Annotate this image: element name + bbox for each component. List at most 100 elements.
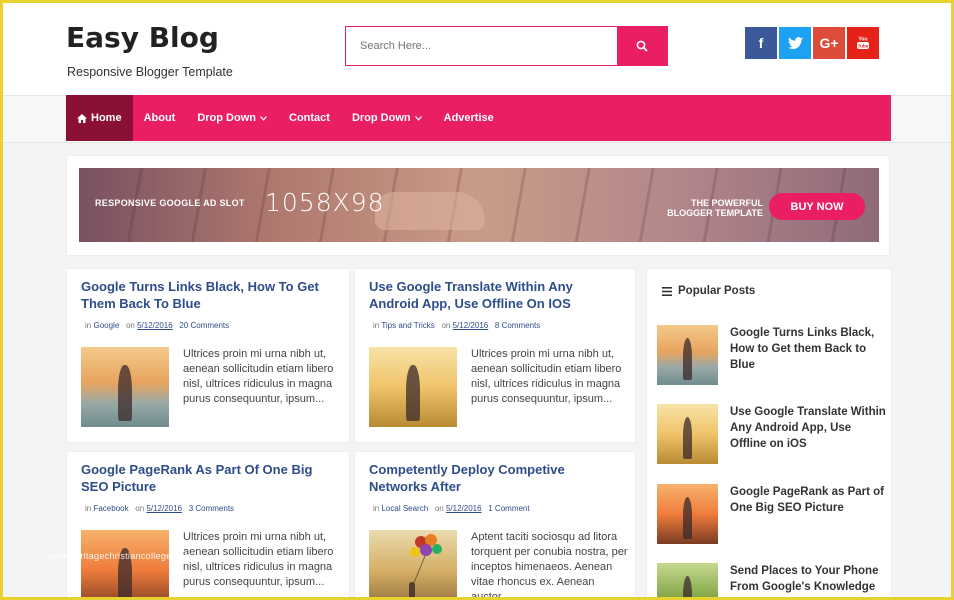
post-category[interactable]: Tips and Tricks (381, 321, 435, 330)
post-title[interactable]: Competently Deploy Competive Networks Af… (369, 462, 624, 495)
post-date: 5/12/2016 (445, 504, 482, 513)
search-box (345, 26, 668, 66)
buy-now-button[interactable]: BUY NOW (769, 193, 865, 220)
chevron-down-icon (260, 115, 267, 121)
meta-on: on (135, 504, 145, 513)
widget-heading-text: Popular Posts (678, 285, 756, 297)
figure-silhouette (682, 576, 693, 597)
popular-thumbnail[interactable] (657, 404, 718, 464)
watermark-text: www.heritagechristiancollege.com (47, 551, 193, 561)
nav-item-about[interactable]: About (133, 95, 187, 141)
page-frame: Easy Blog Responsive Blogger Template f (0, 0, 954, 600)
ad-size-text: 1058X98 (265, 188, 385, 217)
post-card: Google Turns Links Black, How To Get The… (66, 268, 350, 443)
post-category[interactable]: Facebook (93, 504, 128, 513)
site-logo[interactable]: Easy Blog (66, 21, 219, 54)
nav-label: About (143, 112, 176, 124)
youtube-button[interactable]: You Tube (847, 27, 879, 59)
ad-container: RESPONSIVE GOOGLE AD SLOT 1058X98 THE PO… (66, 155, 890, 256)
ad-slot-text: RESPONSIVE GOOGLE AD SLOT (95, 198, 245, 208)
search-icon (636, 40, 648, 52)
popular-post-title[interactable]: Use Google Translate Within Any Android … (730, 404, 890, 452)
popular-post-item[interactable]: Use Google Translate Within Any Android … (657, 404, 887, 466)
meta-on: on (125, 321, 135, 330)
site-tagline: Responsive Blogger Template (67, 65, 233, 79)
popular-post-item[interactable]: Google PageRank as Part of One Big SEO P… (657, 484, 887, 546)
nav-item-advertise[interactable]: Advertise (433, 95, 505, 141)
post-thumbnail[interactable] (369, 347, 457, 427)
ad-hand-image (375, 192, 485, 230)
post-comments[interactable]: 20 Comments (179, 321, 229, 330)
popular-post-title[interactable]: Google PageRank as Part of One Big SEO P… (730, 484, 890, 516)
nav-item-home[interactable]: Home (66, 95, 133, 141)
post-title[interactable]: Google Turns Links Black, How To Get The… (81, 279, 336, 312)
twitter-button[interactable] (779, 27, 811, 59)
facebook-button[interactable]: f (745, 27, 777, 59)
home-icon (77, 113, 87, 123)
post-excerpt: Aptent taciti sociosqu ad litora torquen… (471, 531, 628, 600)
post-comments[interactable]: 8 Comments (495, 321, 540, 330)
post-card: Competently Deploy Competive Networks Af… (354, 451, 636, 600)
popular-post-title[interactable]: Send Places to Your Phone From Google's … (730, 563, 890, 597)
post-meta: in Google on 5/12/2016 20 Comments (85, 321, 229, 330)
balloons-image (409, 534, 442, 597)
nav-item-dropdown-1[interactable]: Drop Down (186, 95, 278, 141)
popular-post-item[interactable]: Send Places to Your Phone From Google's … (657, 563, 890, 597)
search-input[interactable] (346, 27, 618, 65)
post-meta: in Facebook on 5/12/2016 3 Comments (85, 504, 234, 513)
figure-silhouette (117, 364, 133, 421)
chevron-down-icon (414, 115, 422, 121)
nav-item-contact[interactable]: Contact (278, 95, 341, 141)
ad-powerful-text: THE POWERFUL BLOGGER TEMPLATE (667, 198, 763, 218)
social-links: f G+ You Tube (745, 27, 879, 59)
post-title[interactable]: Use Google Translate Within Any Android … (369, 279, 624, 312)
popular-post-item[interactable]: Google Turns Links Black, How to Get the… (657, 325, 887, 387)
popular-thumbnail[interactable] (657, 484, 718, 544)
popular-thumbnail[interactable] (657, 325, 718, 385)
meta-on: on (441, 321, 451, 330)
post-date: 5/12/2016 (452, 321, 489, 330)
post-title[interactable]: Google PageRank As Part Of One Big SEO P… (81, 462, 336, 495)
svg-text:You: You (858, 37, 867, 43)
post-date: 5/12/2016 (137, 321, 173, 330)
nav-item-dropdown-2[interactable]: Drop Down (341, 95, 433, 141)
nav-label: Home (91, 112, 122, 124)
post-comments[interactable]: 1 Comment (488, 504, 529, 513)
meta-in: in (85, 504, 92, 513)
meta-in: in (373, 321, 380, 330)
post-category[interactable]: Local Search (381, 504, 428, 513)
meta-in: in (85, 321, 92, 330)
post-meta: in Tips and Tricks on 5/12/2016 8 Commen… (373, 321, 540, 330)
post-date: 5/12/2016 (146, 504, 183, 513)
facebook-icon: f (758, 35, 764, 51)
site-header: Easy Blog Responsive Blogger Template f (3, 3, 951, 95)
nav-label: Drop Down (197, 112, 256, 124)
popular-thumbnail[interactable] (657, 563, 718, 597)
figure-silhouette (682, 497, 693, 540)
ad-banner[interactable]: RESPONSIVE GOOGLE AD SLOT 1058X98 THE PO… (79, 168, 879, 242)
post-card: Google PageRank As Part Of One Big SEO P… (66, 451, 350, 597)
widget-heading: Popular Posts (662, 285, 755, 297)
post-comments[interactable]: 3 Comments (189, 504, 234, 513)
youtube-icon: You Tube (857, 37, 869, 49)
figure-silhouette (682, 338, 693, 381)
post-excerpt: Ultrices proin mi urna nibh ut, aenean s… (183, 531, 334, 588)
post-excerpt: Ultrices proin mi urna nibh ut, aenean s… (471, 348, 622, 405)
nav-label: Drop Down (351, 112, 411, 124)
main-nav: Home About Drop Down Contact Drop Down A… (66, 95, 891, 141)
post-card: Use Google Translate Within Any Android … (354, 268, 636, 443)
post-thumbnail[interactable] (81, 530, 169, 597)
post-thumbnail[interactable] (81, 347, 169, 427)
post-meta: in Local Search on 5/12/2016 1 Comment (373, 504, 530, 513)
twitter-icon (787, 37, 803, 49)
post-thumbnail[interactable] (369, 530, 457, 597)
figure-silhouette (682, 417, 693, 460)
nav-label: Advertise (443, 112, 494, 124)
popular-posts-widget: Popular Posts Google Turns Links Black, … (646, 268, 892, 597)
google-plus-button[interactable]: G+ (813, 27, 845, 59)
popular-post-title[interactable]: Google Turns Links Black, How to Get the… (730, 325, 890, 373)
post-category[interactable]: Google (93, 321, 119, 330)
svg-text:Tube: Tube (858, 44, 869, 49)
figure-silhouette (405, 364, 421, 421)
search-button[interactable] (617, 27, 667, 65)
